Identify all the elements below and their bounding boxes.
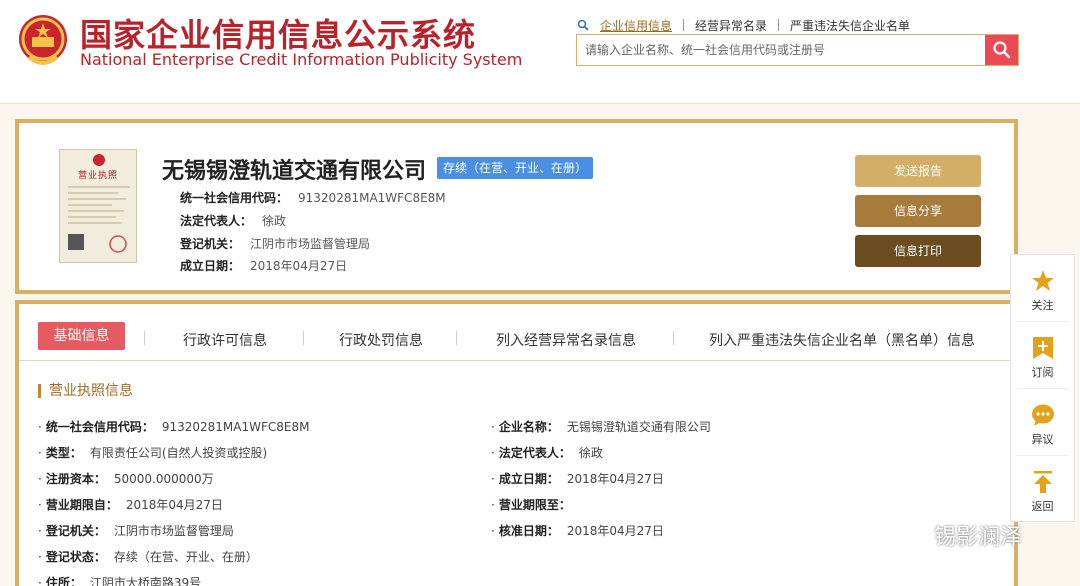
tab-admin-penalty[interactable]: 行政处罚信息 (339, 330, 423, 350)
field-value: 2018年04月27日 (125, 498, 223, 512)
info-registration-authority: 登记机关： 江阴市市场监督管理局 (180, 235, 370, 252)
field-value: 91320281MA1WFC8E8M (161, 420, 310, 434)
wechat-icon (882, 520, 925, 549)
floating-toolbar: 关注 订阅 异议 返回 (1010, 254, 1075, 522)
site-title-english: National Enterprise Credit Information P… (80, 50, 523, 69)
tab-basic-info[interactable]: 基础信息 (38, 322, 125, 350)
info-label: 统一社会信用代码： (180, 191, 289, 205)
field-registration-authority: · 登记机关： 江阴市市场监督管理局 (38, 524, 234, 538)
field-label: 营业期限至： (498, 498, 571, 512)
nav-link-blacklist[interactable]: 严重违法失信企业名单 (779, 17, 921, 34)
objection-button[interactable]: 异议 (1011, 389, 1074, 455)
info-value: 2018年04月27日 (250, 259, 348, 273)
tab-divider (144, 331, 145, 345)
info-label: 法定代表人： (180, 214, 253, 228)
star-icon (1032, 270, 1054, 291)
field-value: 2018年04月27日 (566, 524, 664, 538)
tab-divider (303, 331, 304, 345)
top-nav: 企业信用信息 经营异常名录 严重违法失信企业名单 (577, 15, 921, 35)
field-approval-date: · 核准日期： 2018年04月27日 (491, 524, 664, 538)
field-label: 注册资本： (45, 472, 106, 486)
search-icon (992, 41, 1010, 59)
company-detail-panel: 基础信息 行政许可信息 行政处罚信息 列入经营异常名录信息 列入严重违法失信企业… (15, 300, 1018, 586)
field-label: 企业名称： (498, 420, 559, 434)
section-title: 营业执照信息 (38, 384, 133, 398)
watermark-text: 锡影澜泽 (934, 525, 1023, 550)
tabs-divider (19, 360, 1014, 361)
field-label: 营业期限自： (45, 498, 118, 512)
info-legal-rep: 法定代表人： 徐政 (180, 212, 286, 229)
search-input[interactable] (577, 35, 986, 65)
objection-label: 异议 (1031, 433, 1054, 446)
field-term-to: · 营业期限至： (491, 498, 571, 512)
info-value: 江阴市市场监督管理局 (250, 237, 371, 251)
field-value: 存续（在营、开业、在册） (113, 550, 258, 564)
nav-link-abnormal-list[interactable]: 经营异常名录 (684, 17, 778, 34)
arrow-up-icon (1034, 471, 1052, 493)
business-license-image: 营业执照 (59, 149, 137, 263)
field-company-name: · 企业名称： 无锡锡澄轨道交通有限公司 (491, 420, 711, 434)
field-registration-status: · 登记状态： 存续（在营、开业、在册） (38, 550, 258, 564)
field-value: 有限责任公司(自然人投资或控股) (89, 446, 268, 460)
search-icon (577, 19, 589, 31)
field-registered-capital: · 注册资本： 50000.000000万 (38, 472, 214, 486)
back-to-top-button[interactable]: 返回 (1011, 456, 1074, 522)
info-label: 登记机关： (180, 237, 241, 251)
license-title: 营业执照 (77, 171, 118, 181)
company-name: 无锡锡澄轨道交通有限公司 (162, 159, 427, 184)
field-label: 法定代表人： (498, 446, 571, 460)
field-term-from: · 营业期限自： 2018年04月27日 (38, 498, 223, 512)
field-credit-code: · 统一社会信用代码： 91320281MA1WFC8E8M (38, 420, 310, 434)
nav-link-credit-info[interactable]: 企业信用信息 (589, 17, 683, 34)
field-value: 无锡锡澄轨道交通有限公司 (566, 420, 711, 434)
field-label: 成立日期： (498, 472, 559, 486)
tab-divider (673, 331, 674, 345)
national-emblem-icon (19, 15, 67, 65)
tab-divider (456, 331, 457, 345)
company-summary-card: 营业执照 无锡锡澄轨道交通有限公司 存续（在营、开业、在册） 统一社会信用代码：… (15, 119, 1018, 294)
search-button[interactable] (985, 35, 1018, 65)
field-label: 统一社会信用代码： (45, 420, 154, 434)
field-address: · 住所： 江阴市大桥南路39号 (38, 574, 201, 586)
field-label: 登记状态： (45, 550, 106, 564)
wechat-watermark: 锡影澜泽 (882, 519, 1022, 551)
back-label: 返回 (1031, 500, 1054, 513)
share-info-button[interactable]: 信息分享 (855, 195, 981, 227)
info-value: 徐政 (262, 214, 287, 228)
tab-blacklist[interactable]: 列入严重违法失信企业名单（黑名单）信息 (709, 330, 975, 350)
chat-bubble-icon (1032, 404, 1054, 426)
field-label: 住所： (45, 576, 82, 586)
field-value: 江阴市大桥南路39号 (89, 576, 202, 586)
field-type: · 类型： 有限责任公司(自然人投资或控股) (38, 446, 268, 460)
tab-admin-license[interactable]: 行政许可信息 (183, 330, 267, 350)
field-value: 江阴市市场监督管理局 (113, 524, 234, 538)
info-established-date: 成立日期： 2018年04月27日 (180, 257, 347, 274)
follow-button[interactable]: 关注 (1011, 255, 1074, 321)
bookmark-plus-icon (1033, 337, 1053, 359)
info-label: 成立日期： (180, 259, 241, 273)
field-value: 2018年04月27日 (566, 472, 664, 486)
field-label: 类型： (45, 446, 82, 460)
subscribe-button[interactable]: 订阅 (1011, 322, 1074, 388)
search-bar (576, 34, 1019, 66)
site-header: 国家企业信用信息公示系统 National Enterprise Credit … (0, 0, 1080, 104)
field-established-date: · 成立日期： 2018年04月27日 (491, 472, 664, 486)
field-value: 50000.000000万 (113, 472, 214, 486)
tab-abnormal-operations[interactable]: 列入经营异常名录信息 (496, 330, 636, 350)
field-label: 核准日期： (498, 524, 559, 538)
info-value: 91320281MA1WFC8E8M (298, 191, 446, 205)
subscribe-label: 订阅 (1031, 366, 1054, 379)
field-legal-rep: · 法定代表人： 徐政 (491, 446, 603, 460)
field-value: 徐政 (578, 446, 603, 460)
print-info-button[interactable]: 信息打印 (855, 235, 981, 267)
status-badge: 存续（在营、开业、在册） (437, 157, 594, 179)
send-report-button[interactable]: 发送报告 (855, 155, 981, 187)
info-credit-code: 统一社会信用代码： 91320281MA1WFC8E8M (180, 189, 446, 206)
detail-tabs: 基础信息 行政许可信息 行政处罚信息 列入经营异常名录信息 列入严重违法失信企业… (19, 318, 1014, 358)
field-label: 登记机关： (45, 524, 106, 538)
follow-label: 关注 (1031, 299, 1054, 312)
